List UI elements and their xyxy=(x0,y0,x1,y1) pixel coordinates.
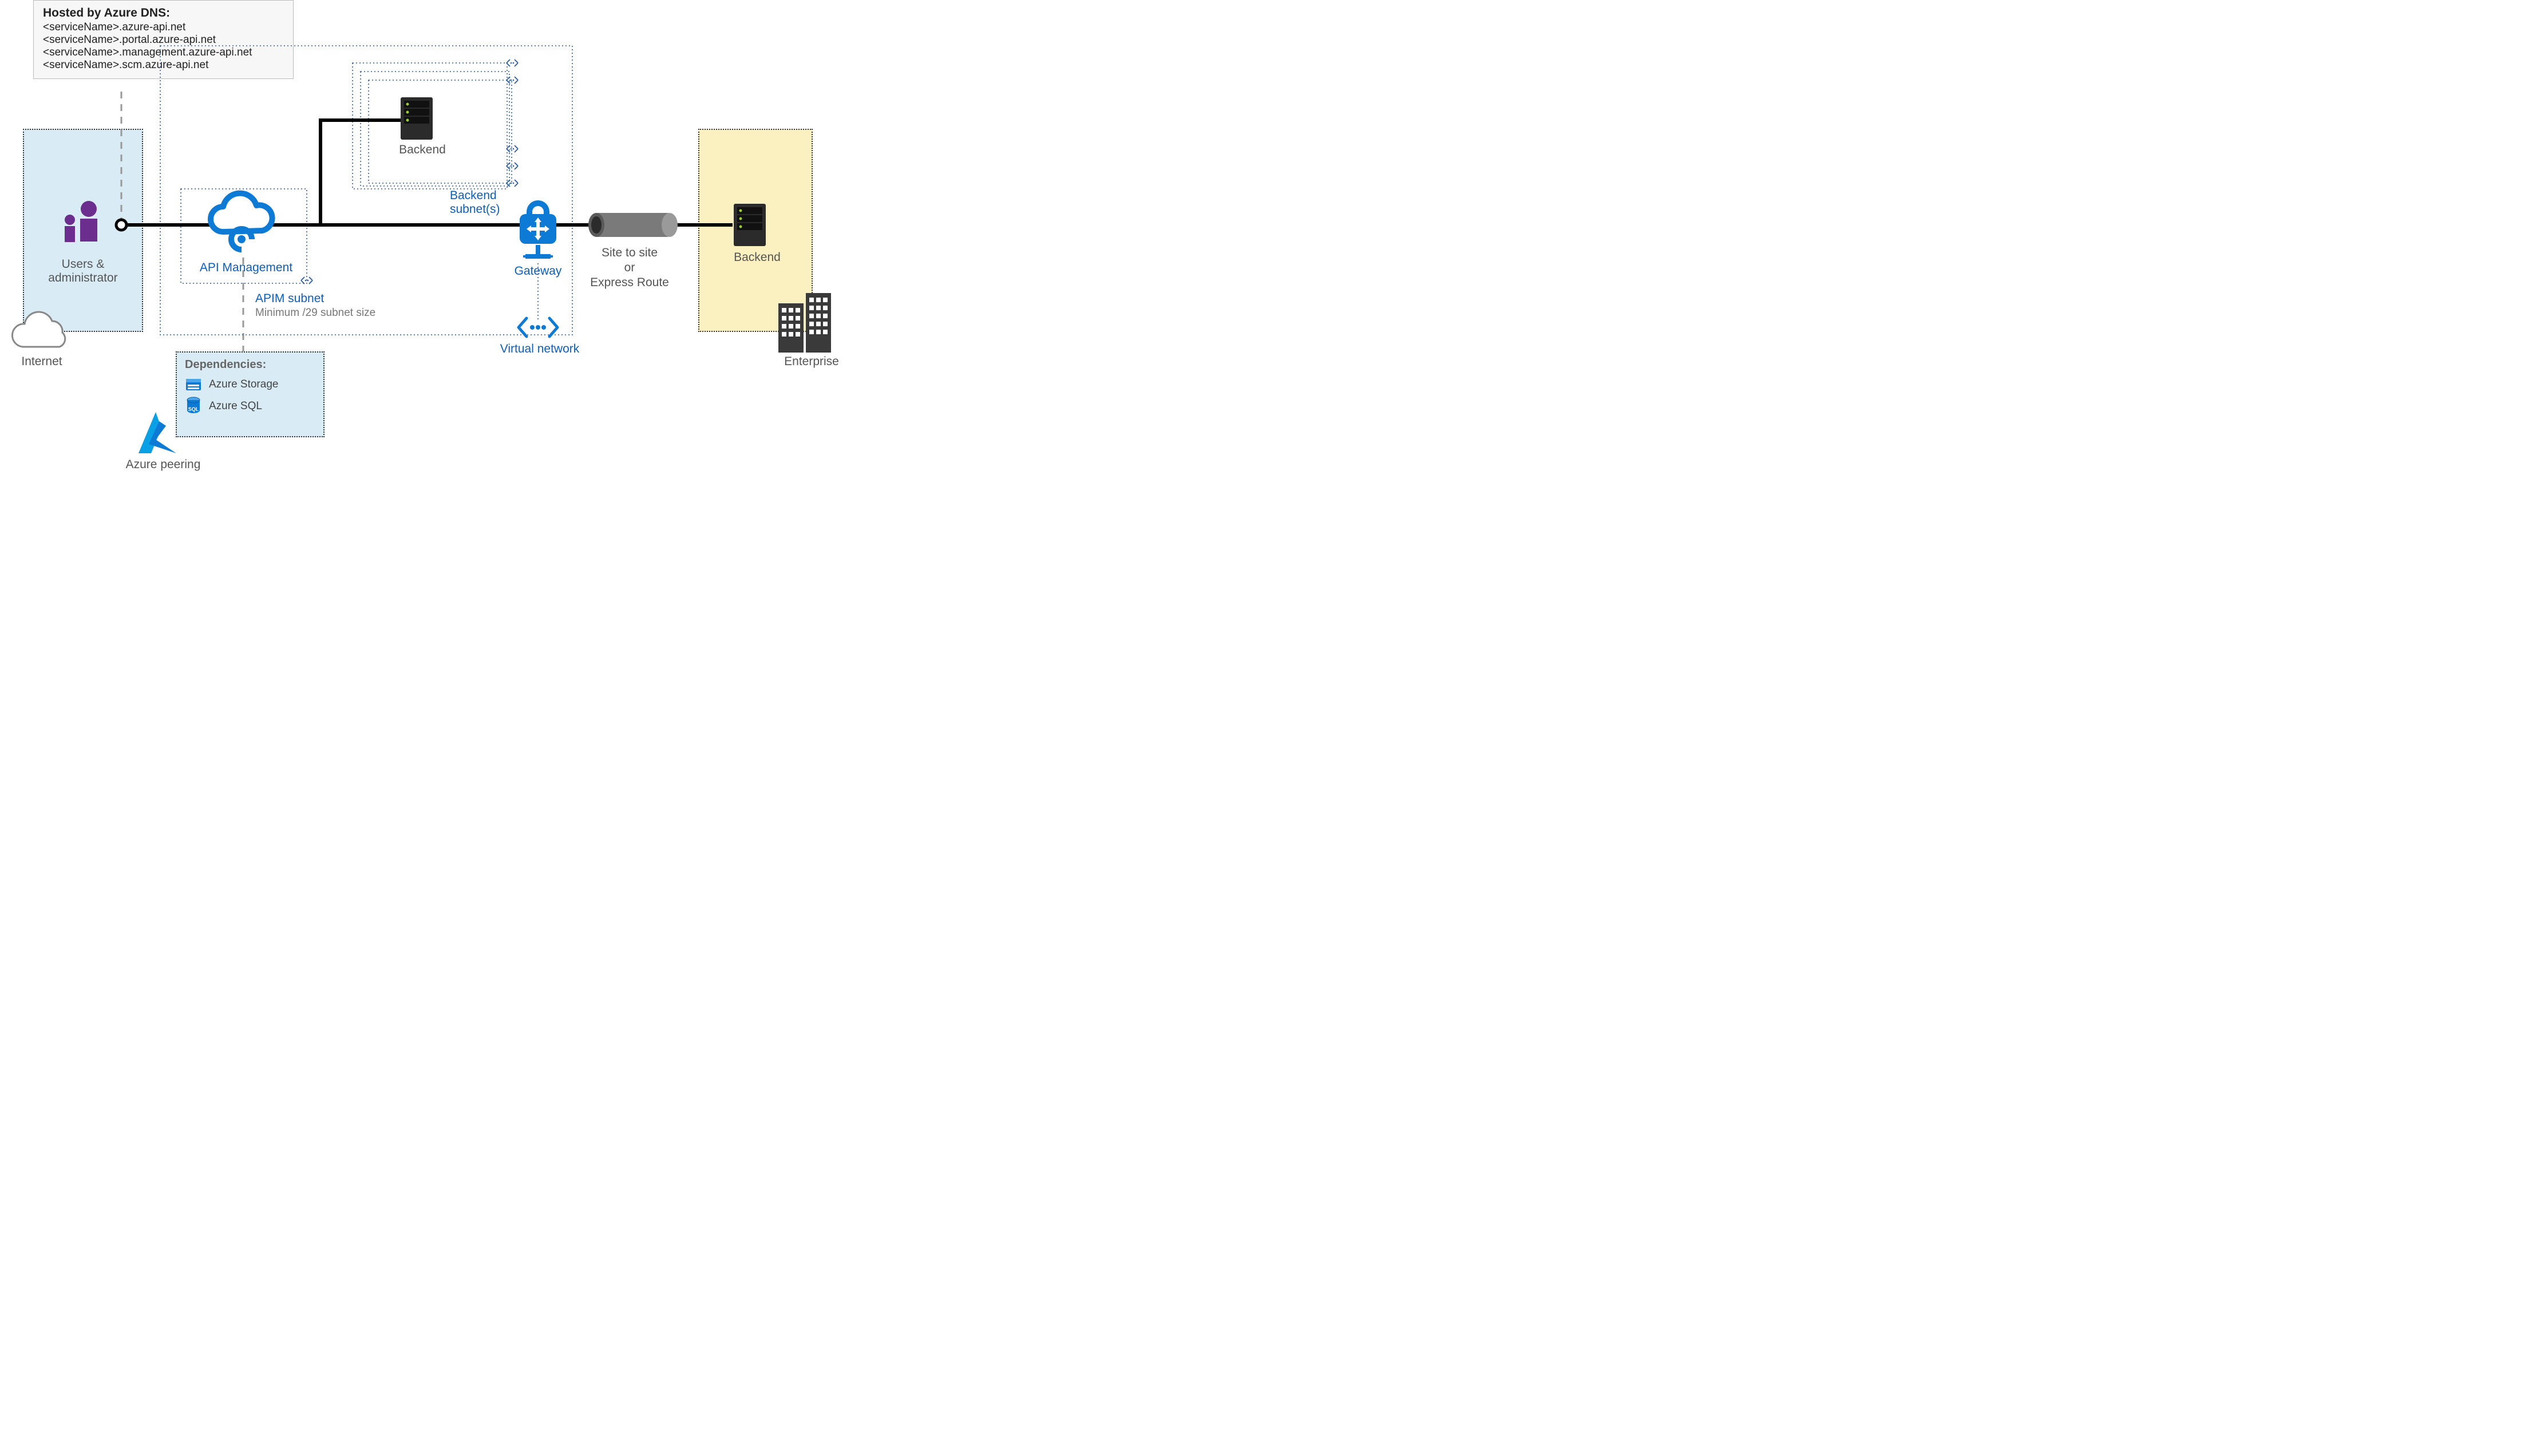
backend-branch-connector xyxy=(321,120,401,225)
peering-icon xyxy=(507,60,518,66)
dns-hostnames-box: Hosted by Azure DNS: <serviceName>.azure… xyxy=(33,0,294,79)
backend-top-label: Backend xyxy=(394,143,451,157)
apim-subnet-label: APIM subnet xyxy=(255,292,353,306)
virtual-network-label: Virtual network xyxy=(491,342,588,356)
azure-peering-label: Azure peering xyxy=(114,458,212,472)
internet-label: Internet xyxy=(10,355,73,369)
gateway-icon xyxy=(520,200,556,259)
gateway-label: Gateway xyxy=(504,264,572,278)
dns-line: <serviceName>.management.azure-api.net xyxy=(43,46,284,59)
peering-icon xyxy=(507,180,518,187)
dependency-name: Azure Storage xyxy=(209,378,278,391)
server-icon xyxy=(401,97,433,140)
virtual-network-icon xyxy=(519,318,557,337)
peering-icon xyxy=(507,163,518,169)
enterprise-zone-box xyxy=(698,129,813,332)
users-label: Users & administrator xyxy=(34,258,132,285)
tunnel-label-2: or xyxy=(584,261,675,275)
backend-subnets-label: Backend subnet(s) xyxy=(450,189,519,216)
internet-zone-box xyxy=(23,129,143,332)
dns-line: <serviceName>.scm.azure-api.net xyxy=(43,59,284,72)
backend-subnet-box xyxy=(353,63,507,189)
dns-line: <serviceName>.azure-api.net xyxy=(43,21,284,34)
svg-text:SQL: SQL xyxy=(188,406,199,412)
backend-subnet-box xyxy=(361,72,509,186)
azure-logo-icon xyxy=(139,412,176,453)
tunnel-label-1: Site to site xyxy=(584,246,675,260)
apim-subnet-note: Minimum /29 subnet size xyxy=(255,307,393,319)
api-management-icon xyxy=(211,193,272,250)
peering-icon xyxy=(507,77,518,84)
backend-subnet-box xyxy=(369,80,512,183)
sql-icon: SQL xyxy=(185,397,202,416)
peering-icon xyxy=(507,145,518,152)
dns-line: <serviceName>.portal.azure-api.net xyxy=(43,34,284,46)
dns-title: Hosted by Azure DNS: xyxy=(43,6,284,20)
peering-icon xyxy=(301,277,312,284)
dependencies-title: Dependencies: xyxy=(185,358,315,371)
dependency-row: SQL Azure SQL xyxy=(185,397,315,416)
tunnel-icon xyxy=(588,213,678,237)
dependency-row: Azure Storage xyxy=(185,376,315,393)
backend-right-label: Backend xyxy=(726,251,789,264)
dependencies-box: Dependencies: Azure Storage SQL Azure SQ… xyxy=(176,351,325,437)
enterprise-label: Enterprise xyxy=(777,355,846,369)
api-management-label: API Management xyxy=(189,261,303,275)
dependency-name: Azure SQL xyxy=(209,400,262,413)
storage-icon xyxy=(185,376,202,393)
tunnel-label-3: Express Route xyxy=(584,276,675,290)
